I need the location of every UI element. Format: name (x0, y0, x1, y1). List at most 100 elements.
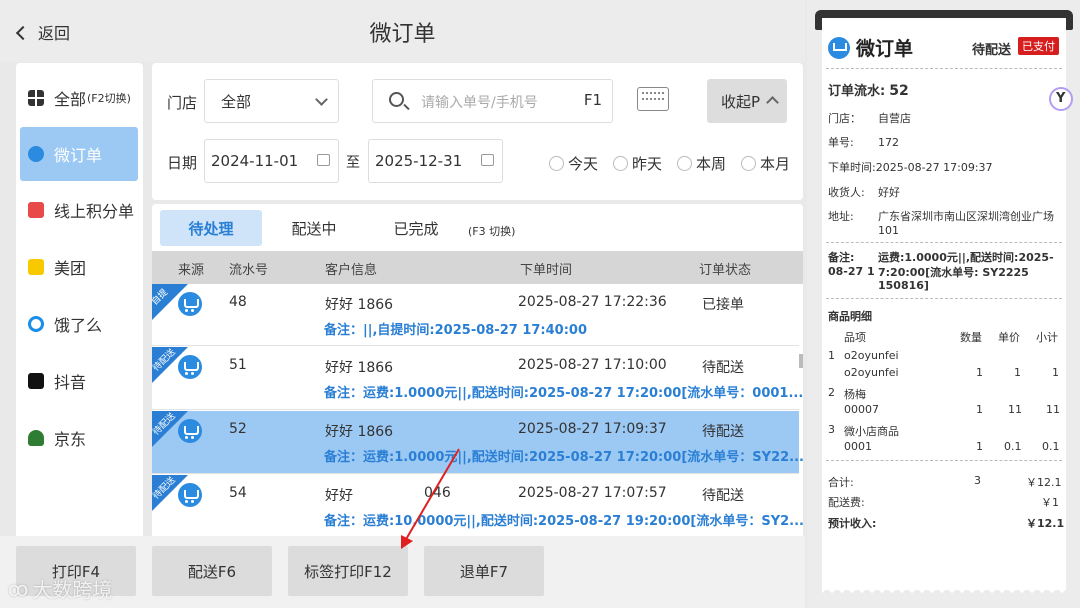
items-header-price: 单价 (998, 331, 1020, 344)
radio-icon (677, 156, 692, 171)
sidebar-item-label: 抖音 (54, 373, 87, 392)
total-qty: 3 (974, 474, 981, 487)
receipt-address-line2: 101 (878, 224, 899, 237)
receipt-remark-line3: 150816] (878, 279, 929, 292)
sidebar-item-micro-order[interactable]: 微订单 (20, 127, 138, 181)
sidebar-item-label: 微订单 (54, 146, 103, 165)
search-input[interactable]: 请输入单号/手机号 F1 (372, 79, 613, 123)
expected-income-label: 预计收入: (828, 517, 877, 530)
table-row[interactable]: 待配送 51 好好 1866 2025-08-27 17:10:00 待配送 备… (152, 347, 803, 410)
delivery-fee-label: 配送费: (828, 496, 865, 509)
sidebar-item-eleme[interactable]: 饿了么 (20, 297, 138, 351)
customer-info: 好好 1866 (325, 424, 394, 440)
receipt-store: 门店： 自营店 (828, 112, 911, 125)
receipt-brand-name: 微订单 (856, 38, 914, 60)
table-row[interactable]: 待配送 54 好好 046 2025-08-27 17:07:57 待配送 备注… (152, 475, 803, 538)
top-bar: 返回 微订单 (0, 0, 805, 62)
total-amount: ￥12.1 (1026, 476, 1062, 489)
tab-switch-hint: (F3 切换) (468, 225, 516, 238)
grid-icon (28, 90, 44, 106)
receipt-brand: 微订单 (828, 34, 913, 61)
date-separator: 至 (346, 155, 360, 171)
receipt-serial: 订单流水: 52 (828, 83, 909, 99)
radio-icon (613, 156, 628, 171)
receipt-status: 待配送 (972, 43, 1012, 58)
floating-assistant-icon[interactable] (1049, 87, 1073, 111)
order-status: 待配送 (702, 488, 744, 504)
column-header: 来源 (178, 263, 205, 278)
items-header-qty: 数量 (960, 331, 982, 344)
sidebar-item-douyin[interactable]: 抖音 (20, 354, 138, 408)
sidebar-item-label: 线上积分单 (54, 202, 135, 221)
radio-this-month[interactable]: 本月 (741, 153, 790, 174)
order-time: 2025-08-27 17:07:57 (518, 485, 667, 501)
sidebar-item-label: 饿了么 (54, 316, 103, 335)
table-scrollbar[interactable] (799, 354, 803, 368)
sidebar: 全部 (F2切换) 微订单 线上积分单 美团 饿了么 抖音 京东 (16, 63, 143, 541)
radio-icon (549, 156, 564, 171)
store-label: 门店 (167, 94, 198, 112)
cart-icon (828, 36, 850, 59)
order-note: 备注：运费:1.0000元||,配送时间:2025-08-27 17:20:00… (324, 386, 803, 401)
cart-icon (178, 483, 202, 507)
radio-yesterday[interactable]: 昨天 (613, 153, 662, 174)
chevron-up-icon (766, 96, 779, 109)
date-from-field[interactable]: 2024-11-01 (204, 139, 339, 183)
tab-completed[interactable]: 已完成 (366, 210, 466, 246)
radio-this-week[interactable]: 本周 (677, 153, 726, 174)
column-header: 流水号 (229, 263, 269, 278)
keyboard-icon[interactable] (637, 87, 669, 111)
receipt-remark-line2: 7:20:00[流水单号: SY2225 (878, 266, 1029, 279)
order-time: 2025-08-27 17:22:36 (518, 294, 667, 310)
deliver-button[interactable]: 配送F6 (152, 546, 272, 596)
store-select[interactable]: 全部 (204, 79, 339, 123)
sidebar-item-meituan[interactable]: 美团 (20, 240, 138, 294)
column-header: 下单时间 (520, 263, 573, 278)
order-time: 2025-08-27 17:10:00 (518, 357, 667, 373)
table-header: 来源 流水号 客户信息 下单时间 订单状态 (152, 251, 803, 284)
collapse-button[interactable]: 收起P (707, 79, 787, 123)
calendar-icon (317, 154, 330, 166)
total-label: 合计: (828, 476, 854, 489)
annotation-arrow (401, 448, 460, 549)
table-row[interactable]: 自提 48 好好 1866 2025-08-27 17:22:36 已接单 备注… (152, 284, 799, 346)
search-placeholder: 请输入单号/手机号 (421, 95, 538, 111)
date-from-value: 2024-11-01 (211, 152, 299, 170)
customer-info: 好好 1866 (325, 360, 394, 376)
items-header-subtotal: 小计 (1036, 331, 1058, 344)
column-header: 订单状态 (699, 263, 752, 278)
sidebar-item-label: 京东 (54, 430, 87, 449)
receipt-torn-edge (822, 586, 1066, 596)
sidebar-item-label: 美团 (54, 259, 87, 278)
expected-income-amount: ￥12.1 (1026, 517, 1065, 530)
cart-icon (178, 292, 202, 316)
sidebar-item-jd[interactable]: 京东 (20, 411, 138, 465)
sidebar-item-hint: (F2切换) (87, 92, 131, 105)
collapse-label: 收起P (721, 92, 761, 111)
paid-badge: 已支付 (1018, 37, 1059, 55)
order-time: 2025-08-27 17:09:37 (518, 421, 667, 437)
items-header-name: 品项 (844, 331, 866, 344)
watermark: ꝏ 大数跨境 (8, 574, 112, 603)
calendar-icon (481, 154, 494, 166)
order-note: 备注：||,自提时间:2025-08-27 17:40:00 (324, 323, 587, 338)
chevron-down-icon (315, 93, 328, 106)
table-row-selected[interactable]: 待配送 52 好好 1866 2025-08-27 17:09:37 待配送 备… (152, 411, 803, 474)
date-to-field[interactable]: 2025-12-31 (368, 139, 503, 183)
serial-number: 48 (229, 294, 247, 310)
tab-delivering[interactable]: 配送中 (264, 210, 364, 246)
douyin-icon (28, 373, 44, 389)
sidebar-item-points-order[interactable]: 线上积分单 (20, 183, 138, 237)
search-shortcut: F1 (583, 91, 602, 109)
receipt-order-no: 单号: 172 (828, 136, 899, 149)
store-value: 全部 (221, 92, 252, 111)
receipt-order-time: 下单时间:2025-08-27 17:09:37 (828, 161, 993, 174)
tab-pending[interactable]: 待处理 (160, 210, 262, 246)
sidebar-item-all[interactable]: 全部 (F2切换) (20, 71, 138, 125)
customer-info: 好好 1866 (325, 297, 394, 313)
eleme-icon (28, 316, 44, 332)
radio-today[interactable]: 今天 (549, 153, 598, 174)
order-table-panel: 待处理 配送中 已完成 (F3 切换) 来源 流水号 客户信息 下单时间 订单状… (152, 204, 803, 538)
label-print-button[interactable]: 标签打印F12 (288, 546, 408, 596)
order-status: 已接单 (702, 297, 744, 313)
